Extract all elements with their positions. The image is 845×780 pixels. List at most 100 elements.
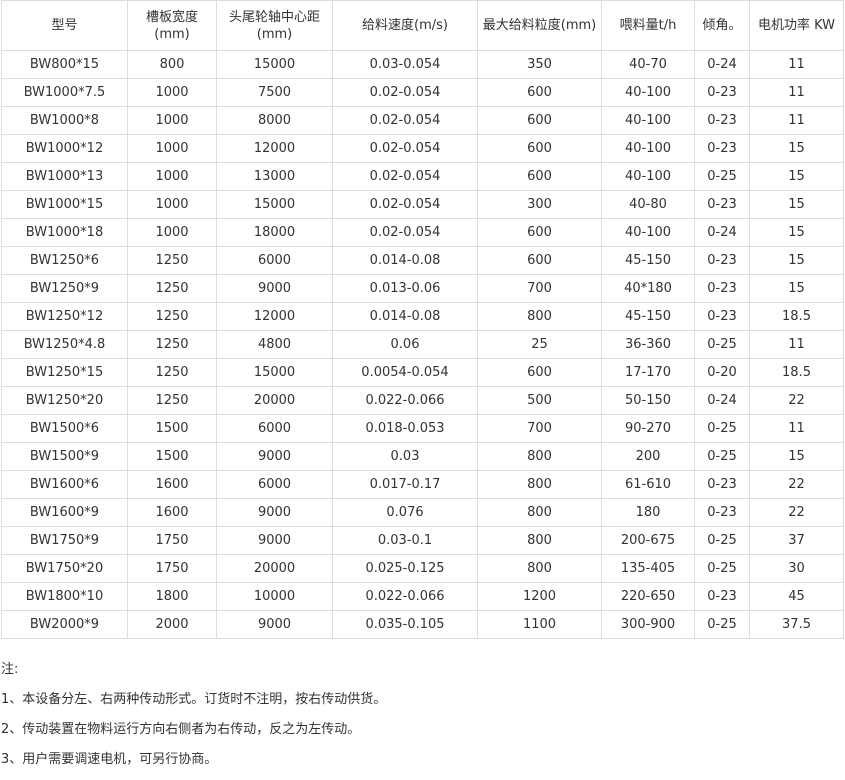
cell-col-model: BW1250*15 bbox=[1, 358, 128, 387]
cell-col-model: BW800*15 bbox=[1, 50, 128, 79]
cell-col-model: BW1000*7.5 bbox=[1, 78, 128, 107]
cell-col-max-particle: 800 bbox=[477, 554, 602, 583]
cell-col-motor-power: 15 bbox=[749, 246, 844, 275]
cell-col-axle-distance: 9000 bbox=[216, 442, 333, 471]
cell-col-model: BW1500*9 bbox=[1, 442, 128, 471]
cell-col-model: BW1250*6 bbox=[1, 246, 128, 275]
cell-col-max-particle: 600 bbox=[477, 246, 602, 275]
cell-col-motor-power: 15 bbox=[749, 274, 844, 303]
cell-col-axle-distance: 18000 bbox=[216, 218, 333, 247]
cell-col-feed-rate: 40-100 bbox=[601, 106, 695, 135]
table-row: BW1250*4.8 1250 4800 0.06 25 36-360 0-25 11 bbox=[1, 330, 844, 359]
cell-col-axle-distance: 20000 bbox=[216, 554, 333, 583]
cell-col-feed-speed: 0.02-0.054 bbox=[332, 106, 478, 135]
cell-col-trough-width: 1250 bbox=[127, 302, 217, 331]
cell-col-axle-distance: 6000 bbox=[216, 414, 333, 443]
table-row: BW800*15 800 15000 0.03-0.054 350 40-70 0-24 11 bbox=[1, 50, 844, 79]
cell-col-trough-width: 1250 bbox=[127, 274, 217, 303]
cell-col-axle-distance: 15000 bbox=[216, 190, 333, 219]
cell-col-max-particle: 800 bbox=[477, 498, 602, 527]
notes-title: 注: bbox=[1, 662, 19, 677]
cell-col-max-particle: 700 bbox=[477, 274, 602, 303]
cell-col-axle-distance: 12000 bbox=[216, 134, 333, 163]
cell-col-feed-rate: 40*180 bbox=[601, 274, 695, 303]
cell-col-incline: 0-23 bbox=[694, 106, 750, 135]
cell-col-feed-rate: 50-150 bbox=[601, 386, 695, 415]
cell-col-max-particle: 800 bbox=[477, 526, 602, 555]
cell-col-axle-distance: 6000 bbox=[216, 470, 333, 499]
cell-col-max-particle: 300 bbox=[477, 190, 602, 219]
cell-col-axle-distance: 9000 bbox=[216, 274, 333, 303]
cell-col-trough-width: 1250 bbox=[127, 246, 217, 275]
cell-col-trough-width: 1250 bbox=[127, 386, 217, 415]
cell-col-incline: 0-25 bbox=[694, 162, 750, 191]
cell-col-trough-width: 1600 bbox=[127, 470, 217, 499]
cell-col-feed-rate: 300-900 bbox=[601, 610, 695, 639]
cell-col-incline: 0-25 bbox=[694, 610, 750, 639]
note-item-3: 3、用户需要调速电机，可另行协商。 bbox=[1, 752, 218, 767]
cell-col-feed-speed: 0.022-0.066 bbox=[332, 582, 478, 611]
cell-col-trough-width: 1800 bbox=[127, 582, 217, 611]
cell-col-incline: 0-23 bbox=[694, 582, 750, 611]
cell-col-max-particle: 500 bbox=[477, 386, 602, 415]
cell-col-max-particle: 600 bbox=[477, 218, 602, 247]
cell-col-feed-speed: 0.03-0.1 bbox=[332, 526, 478, 555]
table-row: BW1600*9 1600 9000 0.076 800 180 0-23 22 bbox=[1, 498, 844, 527]
cell-col-feed-rate: 40-100 bbox=[601, 78, 695, 107]
cell-col-axle-distance: 8000 bbox=[216, 106, 333, 135]
cell-col-motor-power: 37 bbox=[749, 526, 844, 555]
cell-col-model: BW1750*9 bbox=[1, 526, 128, 555]
cell-col-axle-distance: 15000 bbox=[216, 50, 333, 79]
cell-col-max-particle: 25 bbox=[477, 330, 602, 359]
cell-col-feed-speed: 0.013-0.06 bbox=[332, 274, 478, 303]
cell-col-max-particle: 350 bbox=[477, 50, 602, 79]
cell-col-trough-width: 1600 bbox=[127, 498, 217, 527]
cell-col-max-particle: 600 bbox=[477, 162, 602, 191]
cell-col-trough-width: 800 bbox=[127, 50, 217, 79]
cell-col-feed-rate: 40-100 bbox=[601, 162, 695, 191]
cell-col-motor-power: 15 bbox=[749, 218, 844, 247]
cell-col-axle-distance: 13000 bbox=[216, 162, 333, 191]
cell-col-incline: 0-23 bbox=[694, 190, 750, 219]
cell-col-model: BW1000*15 bbox=[1, 190, 128, 219]
cell-col-axle-distance: 12000 bbox=[216, 302, 333, 331]
cell-col-axle-distance: 4800 bbox=[216, 330, 333, 359]
table-row: BW1000*7.5 1000 7500 0.02-0.054 600 40-100 0-2… bbox=[1, 78, 844, 107]
cell-col-motor-power: 37.5 bbox=[749, 610, 844, 639]
table-row: BW1250*20 1250 20000 0.022-0.066 500 50-150 0-… bbox=[1, 386, 844, 415]
header-col-axle-distance: 头尾轮轴中心距(mm) bbox=[216, 0, 333, 51]
cell-col-feed-rate: 200 bbox=[601, 442, 695, 471]
cell-col-feed-speed: 0.018-0.053 bbox=[332, 414, 478, 443]
cell-col-feed-rate: 45-150 bbox=[601, 302, 695, 331]
cell-col-model: BW1000*8 bbox=[1, 106, 128, 135]
cell-col-feed-rate: 220-650 bbox=[601, 582, 695, 611]
cell-col-feed-speed: 0.02-0.054 bbox=[332, 134, 478, 163]
cell-col-axle-distance: 9000 bbox=[216, 498, 333, 527]
cell-col-model: BW1500*6 bbox=[1, 414, 128, 443]
cell-col-feed-speed: 0.03 bbox=[332, 442, 478, 471]
cell-col-motor-power: 15 bbox=[749, 162, 844, 191]
cell-col-axle-distance: 7500 bbox=[216, 78, 333, 107]
cell-col-trough-width: 1500 bbox=[127, 414, 217, 443]
cell-col-max-particle: 600 bbox=[477, 358, 602, 387]
cell-col-model: BW1000*13 bbox=[1, 162, 128, 191]
cell-col-feed-speed: 0.03-0.054 bbox=[332, 50, 478, 79]
cell-col-axle-distance: 9000 bbox=[216, 526, 333, 555]
table-row: BW1500*6 1500 6000 0.018-0.053 700 90-270 0-25… bbox=[1, 414, 844, 443]
table-row: BW1000*18 1000 18000 0.02-0.054 600 40-100 0-2… bbox=[1, 218, 844, 247]
cell-col-motor-power: 15 bbox=[749, 442, 844, 471]
cell-col-trough-width: 1000 bbox=[127, 162, 217, 191]
header-col-max-particle: 最大给料粒度(mm) bbox=[477, 0, 602, 51]
header-col-motor-power: 电机功率 KW bbox=[749, 0, 844, 51]
cell-col-model: BW1600*9 bbox=[1, 498, 128, 527]
cell-col-model: BW1250*12 bbox=[1, 302, 128, 331]
cell-col-feed-speed: 0.025-0.125 bbox=[332, 554, 478, 583]
spec-table-header: 型号 槽板宽度(mm) 头尾轮轴中心距(mm) 给料速度(m/s) 最大给料粒度(mm)… bbox=[1, 0, 844, 51]
cell-col-feed-rate: 45-150 bbox=[601, 246, 695, 275]
cell-col-model: BW2000*9 bbox=[1, 610, 128, 639]
cell-col-model: BW1000*18 bbox=[1, 218, 128, 247]
cell-col-incline: 0-23 bbox=[694, 470, 750, 499]
table-row: BW1250*9 1250 9000 0.013-0.06 700 40*180 0-23 1… bbox=[1, 274, 844, 303]
cell-col-trough-width: 1000 bbox=[127, 218, 217, 247]
cell-col-incline: 0-25 bbox=[694, 330, 750, 359]
